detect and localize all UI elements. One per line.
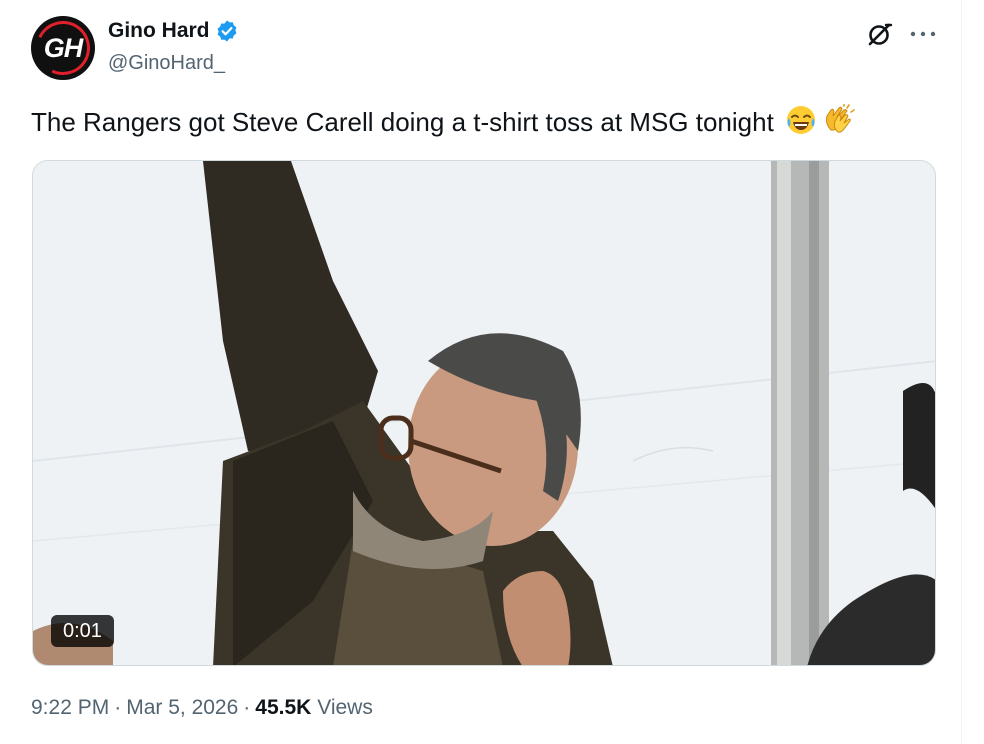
- video-frame: [33, 161, 935, 665]
- author-display-name[interactable]: Gino Hard: [108, 19, 210, 43]
- verified-badge-icon[interactable]: [215, 19, 239, 43]
- tweet-text-body: The Rangers got Steve Carell doing a t-s…: [31, 106, 774, 137]
- face-with-tears-of-joy-icon: [785, 104, 817, 144]
- views-label: Views: [317, 696, 373, 719]
- tweet-time[interactable]: 9:22 PM: [31, 696, 109, 719]
- clapping-hands-icon: [821, 103, 855, 144]
- tweet-card: GH Gino Hard @GinoHard_ The Rangers got …: [0, 0, 962, 744]
- tweet-date[interactable]: Mar 5, 2026: [126, 696, 238, 719]
- meta-separator: ·: [114, 696, 122, 719]
- video-duration-badge: 0:01: [51, 615, 114, 647]
- avatar-initials: GH: [43, 32, 84, 63]
- views-count[interactable]: 45.5K: [255, 696, 311, 719]
- author-handle[interactable]: @GinoHard_: [108, 52, 225, 75]
- video-player[interactable]: 0:01: [32, 160, 936, 666]
- author-name-row: Gino Hard: [108, 19, 239, 43]
- tweet-text: The Rangers got Steve Carell doing a t-s…: [31, 103, 855, 144]
- meta-separator: ·: [243, 696, 251, 719]
- tweet-meta: 9:22 PM · Mar 5, 2026 · 45.5K Views: [31, 696, 373, 720]
- more-horizontal-icon[interactable]: [908, 22, 938, 46]
- avatar[interactable]: GH: [31, 16, 95, 80]
- grok-icon[interactable]: [866, 20, 894, 48]
